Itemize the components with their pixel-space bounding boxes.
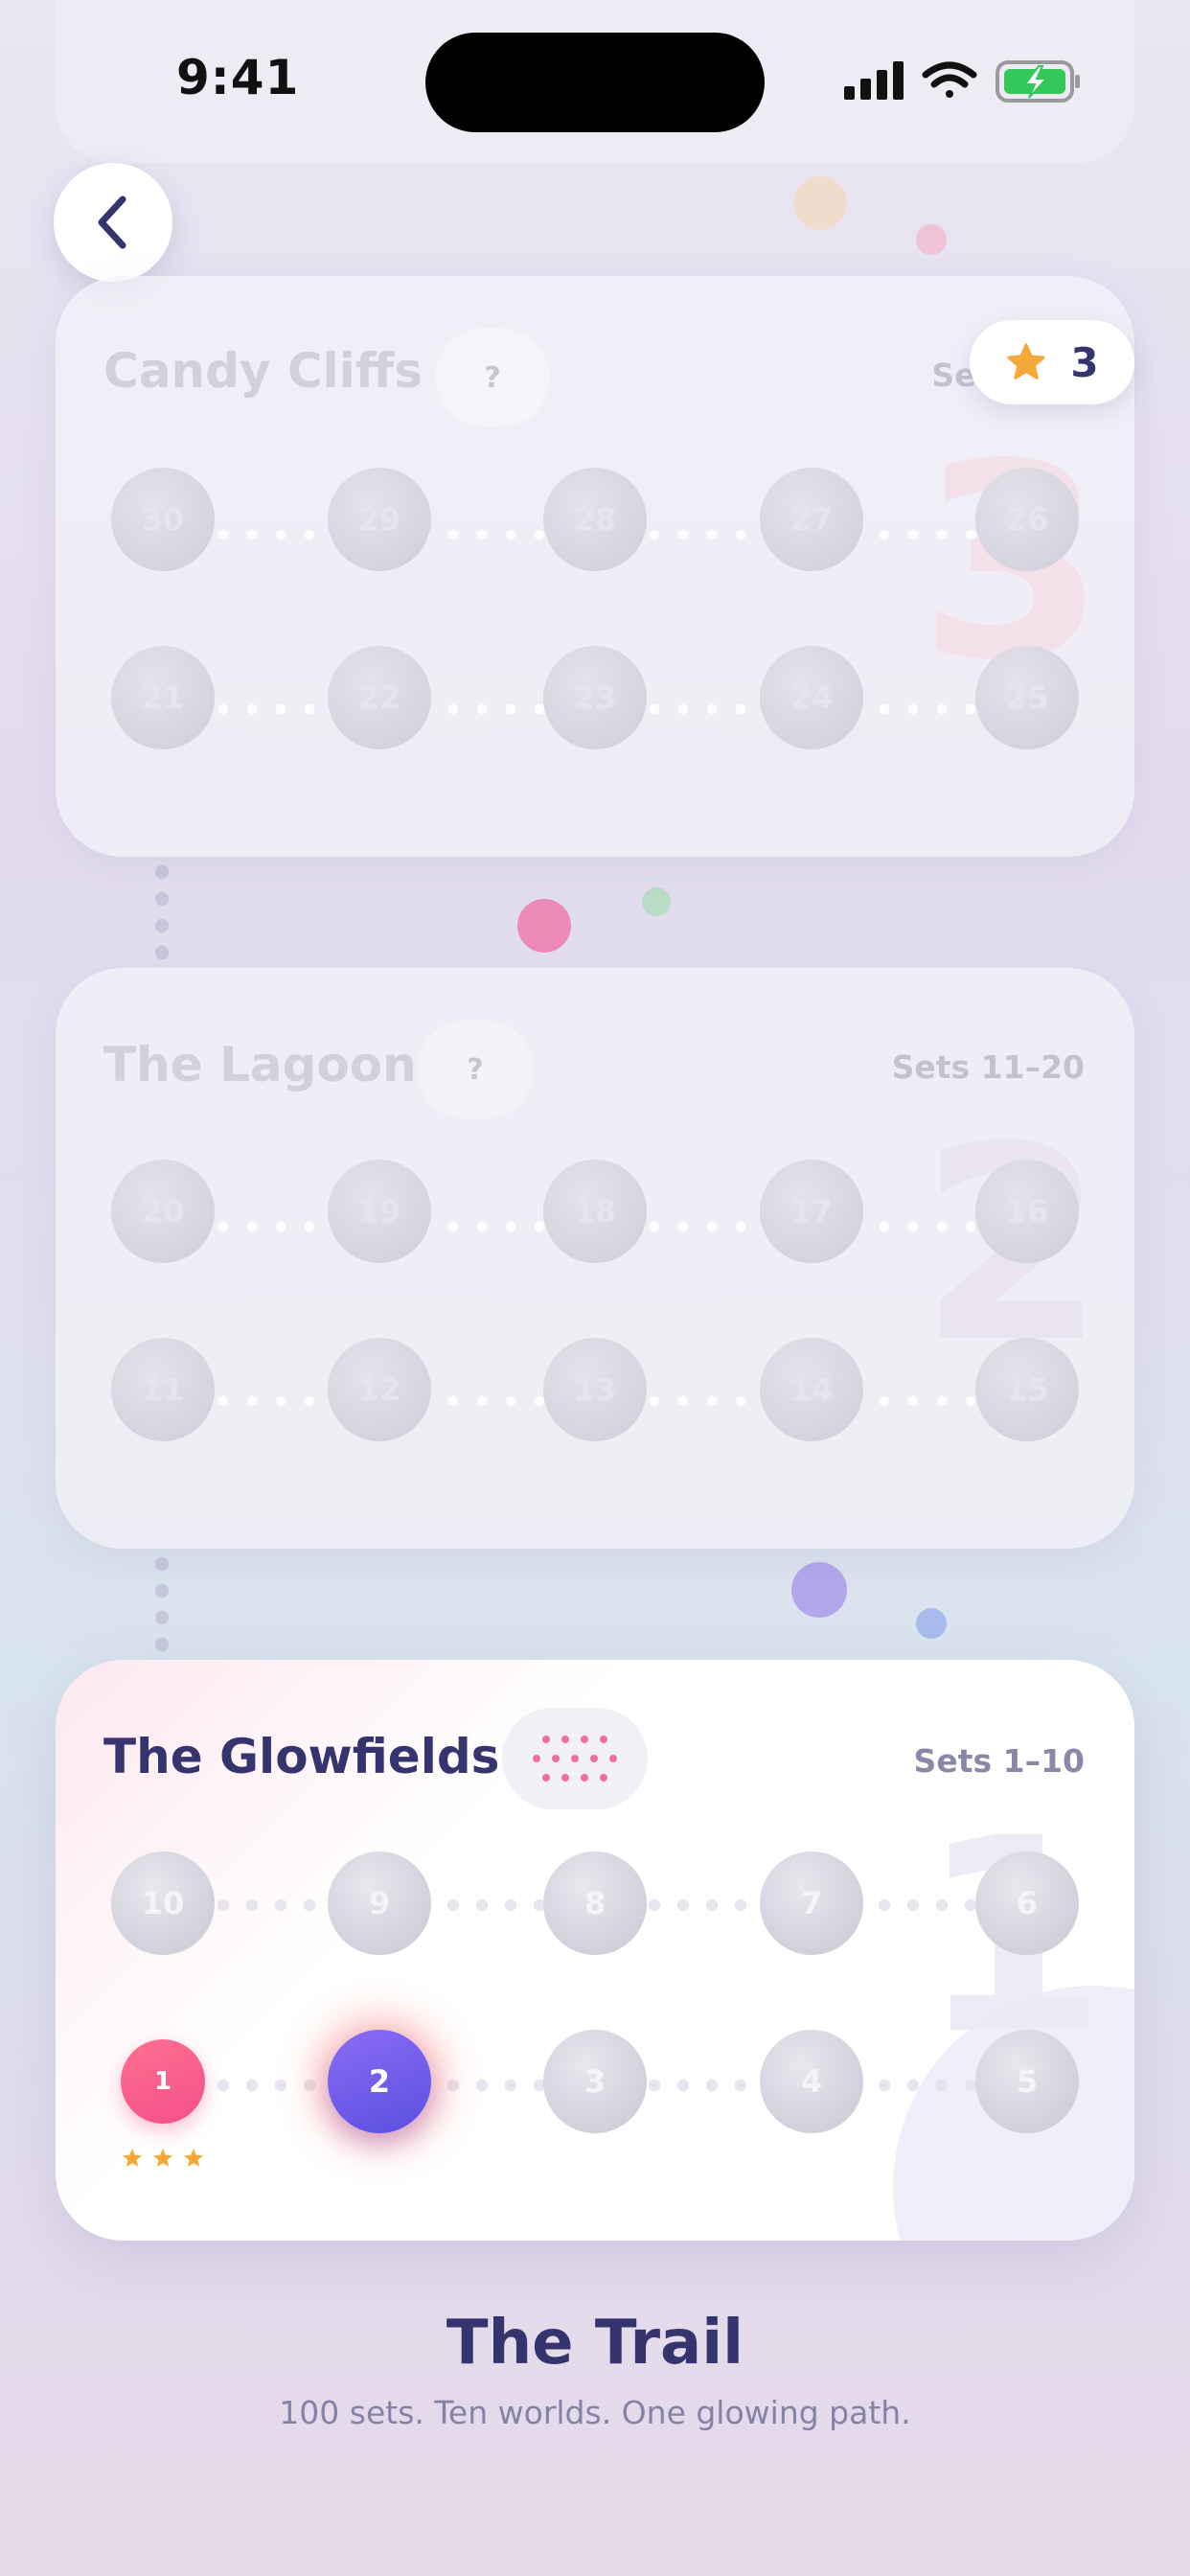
page-subtitle: 100 sets. Ten worlds. One glowing path.: [279, 2394, 911, 2431]
world-help-bubble[interactable]: ?: [418, 1020, 533, 1119]
level-node[interactable]: 11: [111, 1338, 215, 1441]
level-node[interactable]: 18: [543, 1160, 647, 1263]
world-card-the-lagoon: 2 The Lagoon ? Sets 11–20 20 19 18 17 16…: [56, 968, 1134, 1549]
level-node[interactable]: 5: [975, 2030, 1079, 2133]
page-title: The Trail: [446, 2308, 744, 2379]
dynamic-island: [425, 33, 765, 132]
battery-icon: [995, 60, 1080, 103]
level-node[interactable]: 21: [111, 646, 215, 749]
star-icon: [1007, 343, 1046, 380]
level-node[interactable]: 10: [111, 1852, 215, 1955]
level-stars: [121, 2147, 205, 2170]
level-node[interactable]: 6: [975, 1852, 1079, 1955]
star-total-pill[interactable]: 3: [970, 320, 1134, 404]
star-icon: [153, 2149, 172, 2167]
star-icon: [123, 2149, 142, 2167]
decor-blob: [791, 1562, 847, 1618]
decor-blob: [642, 887, 671, 916]
level-node[interactable]: 27: [760, 468, 863, 571]
level-node[interactable]: 15: [975, 1338, 1079, 1441]
level-node[interactable]: 12: [328, 1338, 431, 1441]
world-range: Sets 11–20: [891, 1048, 1085, 1086]
level-node[interactable]: 20: [111, 1160, 215, 1263]
trail-connector: [155, 859, 169, 966]
world-range: Sets 1–10: [913, 1742, 1085, 1780]
world-title: The Glowfields: [103, 1729, 500, 1784]
level-node[interactable]: 3: [543, 2030, 647, 2133]
level-node[interactable]: 16: [975, 1160, 1079, 1263]
level-node[interactable]: 17: [760, 1160, 863, 1263]
level-node[interactable]: 9: [328, 1852, 431, 1955]
status-icons: [841, 58, 1081, 105]
world-card-the-glowfields: 1 The Glowfields Sets 1–10 10 9 8 7 6 1 …: [56, 1660, 1134, 2241]
level-node[interactable]: 22: [328, 646, 431, 749]
world-title: The Lagoon: [103, 1037, 417, 1092]
level-node[interactable]: 4: [760, 2030, 863, 2133]
world-help-bubble[interactable]: ?: [435, 328, 550, 427]
wifi-icon: [922, 61, 977, 98]
star-icon: [184, 2149, 203, 2167]
level-node[interactable]: 24: [760, 646, 863, 749]
decor-blob: [916, 224, 947, 255]
chevron-left-icon: [98, 196, 126, 249]
dot-pattern-icon: [533, 1736, 617, 1782]
level-node[interactable]: 19: [328, 1160, 431, 1263]
level-node[interactable]: 7: [760, 1852, 863, 1955]
level-node[interactable]: 26: [975, 468, 1079, 571]
level-node[interactable]: 25: [975, 646, 1079, 749]
decor-blob: [517, 899, 571, 953]
back-button[interactable]: [54, 163, 172, 282]
level-node-current[interactable]: 2: [328, 2030, 431, 2133]
level-node[interactable]: 23: [543, 646, 647, 749]
decor-blob: [793, 176, 847, 230]
level-node[interactable]: 29: [328, 468, 431, 571]
signal-icon: [844, 61, 904, 100]
level-node[interactable]: 30: [111, 468, 215, 571]
level-node[interactable]: 14: [760, 1338, 863, 1441]
level-node-completed[interactable]: 1: [121, 2039, 205, 2124]
decor-blob: [916, 1608, 947, 1639]
world-title: Candy Cliffs: [103, 343, 423, 399]
star-count: 3: [1070, 338, 1099, 386]
world-pattern-chip: [502, 1708, 648, 1809]
trail-connector: [155, 1551, 169, 1658]
level-node[interactable]: 13: [543, 1338, 647, 1441]
level-node[interactable]: 8: [543, 1852, 647, 1955]
status-time: 9:41: [176, 50, 300, 105]
level-node[interactable]: 28: [543, 468, 647, 571]
